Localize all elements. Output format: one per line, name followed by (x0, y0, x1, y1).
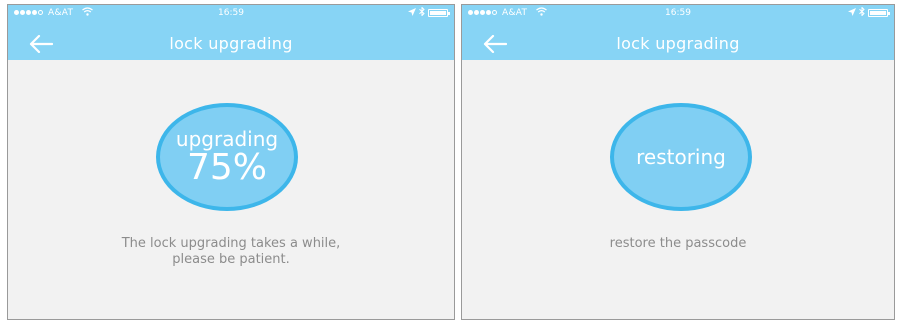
status-time: 16:59 (665, 8, 691, 18)
restore-label: restoring (636, 145, 726, 169)
message-line-1: The lock upgrading takes a while, (121, 236, 341, 251)
message-line-2: please be patient. (172, 252, 290, 267)
status-right-group (408, 6, 450, 19)
bluetooth-icon (419, 6, 425, 19)
battery-icon (868, 9, 890, 17)
phone-screen-restoring: A&AT 16:59 lock upgrading restoring rest… (461, 4, 895, 320)
battery-icon (428, 9, 450, 17)
location-arrow-icon (848, 7, 856, 19)
restore-message: restore the passcode (462, 236, 894, 252)
status-time: 16:59 (218, 8, 244, 18)
status-bar: A&AT 16:59 (462, 5, 894, 23)
screens-container: A&AT 16:59 lock upgrading upgrading 75% … (0, 0, 897, 324)
header-bar: A&AT 16:59 lock upgrading (462, 5, 894, 60)
upgrade-progress-circle: upgrading 75% (156, 103, 298, 211)
upgrade-message: The lock upgrading takes a while, please… (8, 236, 454, 268)
message-line-1: restore the passcode (609, 236, 747, 251)
status-right-group (848, 6, 890, 19)
page-title: lock upgrading (616, 34, 740, 53)
status-bar: A&AT 16:59 (8, 5, 454, 23)
bluetooth-icon (859, 6, 865, 19)
progress-percent: 75% (186, 147, 267, 188)
header-bar: A&AT 16:59 lock upgrading (8, 5, 454, 60)
navigation-bar: lock upgrading (462, 27, 894, 60)
page-title: lock upgrading (169, 34, 293, 53)
phone-screen-upgrading: A&AT 16:59 lock upgrading upgrading 75% … (7, 4, 455, 320)
navigation-bar: lock upgrading (8, 27, 454, 60)
restore-status-circle: restoring (610, 103, 752, 211)
location-arrow-icon (408, 7, 416, 19)
